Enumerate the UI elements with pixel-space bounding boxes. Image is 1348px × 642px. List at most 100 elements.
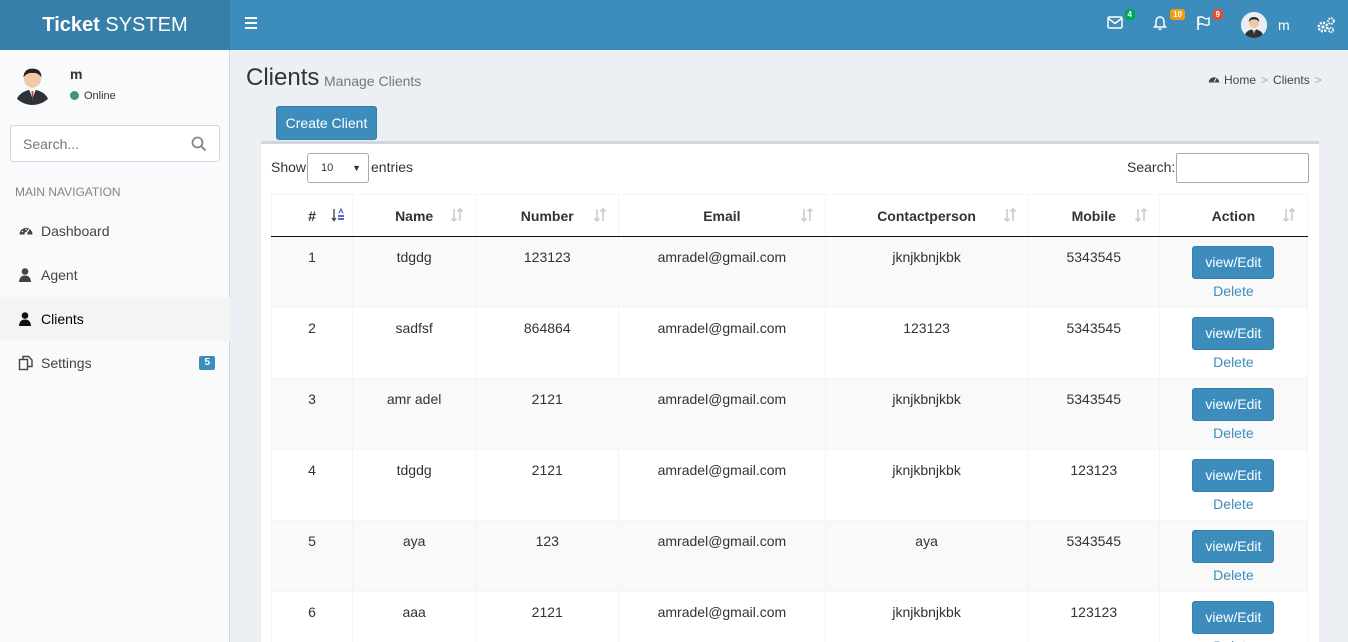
messages-button[interactable]: 4 — [1105, 9, 1135, 38]
delete-link[interactable]: Delete — [1160, 354, 1307, 370]
view-edit-button[interactable]: view/Edit — [1192, 530, 1275, 563]
dashboard-icon — [1208, 77, 1220, 83]
cell-contactperson: aya — [824, 520, 1029, 592]
delete-link[interactable]: Delete — [1160, 638, 1307, 642]
cell-name: aya — [352, 520, 477, 592]
breadcrumb-home-link[interactable]: Home — [1224, 73, 1256, 87]
view-edit-button[interactable]: view/Edit — [1192, 601, 1275, 634]
sidebar: m Online MAIN NAVIGATION Dashboard Agent… — [0, 50, 230, 642]
notifications-badge: 10 — [1170, 9, 1185, 20]
table-row: 2 sadfsf 864864 amradel@gmail.com 123123… — [270, 307, 1309, 379]
cell-email: amradel@gmail.com — [618, 236, 826, 308]
messages-badge: 4 — [1124, 9, 1135, 20]
delete-link[interactable]: Delete — [1160, 425, 1307, 441]
sort-icon — [1282, 207, 1296, 223]
cell-mobile: 5343545 — [1027, 378, 1160, 450]
delete-link[interactable]: Delete — [1160, 496, 1307, 512]
caret-down-icon: ▼ — [352, 163, 361, 173]
column-header-name[interactable]: Name — [352, 194, 477, 237]
table-row: 5 aya 123 amradel@gmail.com aya 5343545 … — [270, 520, 1309, 592]
column-header-id[interactable]: # — [270, 194, 354, 237]
table-row: 4 tdgdg 2121 amradel@gmail.com jknjkbnjk… — [270, 449, 1309, 521]
sidebar-item-label: Settings — [41, 355, 92, 371]
sidebar-item-dashboard[interactable]: Dashboard — [0, 209, 230, 253]
sidebar-item-clients[interactable]: Clients — [0, 297, 230, 341]
column-header-action[interactable]: Action — [1158, 194, 1309, 237]
cell-name: sadfsf — [352, 307, 477, 379]
column-header-mobile[interactable]: Mobile — [1027, 194, 1160, 237]
logo-bold: Ticket — [42, 14, 100, 36]
table-row: 3 amr adel 2121 amradel@gmail.com jknjkb… — [270, 378, 1309, 450]
cell-mobile: 5343545 — [1027, 236, 1160, 308]
table-search-input[interactable] — [1176, 153, 1309, 183]
view-edit-button[interactable]: view/Edit — [1192, 317, 1275, 350]
user-status[interactable]: Online — [70, 90, 116, 102]
table-search-label: Search: — [1127, 159, 1176, 175]
user-icon — [18, 256, 34, 282]
status-text: Online — [84, 90, 116, 102]
sidebar-item-label: Dashboard — [41, 223, 110, 239]
cell-number: 123 — [475, 520, 620, 592]
cell-contactperson: jknjkbnjkbk — [824, 449, 1029, 521]
avatar-image — [1241, 12, 1267, 38]
header-user-name[interactable]: m — [1278, 17, 1290, 33]
dashboard-icon — [18, 212, 34, 235]
sidebar-search-input[interactable] — [11, 126, 181, 161]
header-avatar[interactable] — [1241, 12, 1267, 38]
cell-number: 123123 — [475, 236, 620, 308]
cell-name: amr adel — [352, 378, 477, 450]
view-edit-button[interactable]: view/Edit — [1192, 388, 1275, 421]
main-header: Ticket SYSTEM 4 10 9 m — [0, 0, 1348, 50]
breadcrumb: Home > Clients > — [1208, 73, 1327, 87]
view-edit-button[interactable]: view/Edit — [1192, 246, 1275, 279]
entries-select[interactable]: 10 ▼ — [307, 153, 369, 183]
cell-email: amradel@gmail.com — [618, 449, 826, 521]
cell-contactperson: jknjkbnjkbk — [824, 236, 1029, 308]
cell-id: 1 — [270, 236, 354, 308]
clients-table: # Name Number Email Contactperson Mobile… — [270, 194, 1309, 642]
cell-contactperson: 123123 — [824, 307, 1029, 379]
copy-icon — [18, 344, 34, 371]
cell-id: 6 — [270, 591, 354, 642]
cell-email: amradel@gmail.com — [618, 591, 826, 642]
online-dot-icon — [70, 91, 79, 100]
logo-rest: SYSTEM — [105, 14, 188, 36]
flag-icon — [1197, 16, 1210, 30]
sidebar-item-agent[interactable]: Agent — [0, 253, 230, 297]
cell-name: aaa — [352, 591, 477, 642]
envelope-icon — [1107, 16, 1123, 29]
breadcrumb-current: Clients — [1273, 73, 1310, 87]
logo[interactable]: Ticket SYSTEM — [0, 0, 230, 50]
settings-gears-button[interactable] — [1316, 16, 1336, 34]
cell-email: amradel@gmail.com — [618, 520, 826, 592]
view-edit-button[interactable]: view/Edit — [1192, 459, 1275, 492]
cell-id: 4 — [270, 449, 354, 521]
sort-asc-icon — [331, 207, 345, 222]
cell-email: amradel@gmail.com — [618, 378, 826, 450]
table-row: 1 tdgdg 123123 amradel@gmail.com jknjkbn… — [270, 236, 1309, 308]
sort-icon — [451, 207, 464, 223]
column-header-email[interactable]: Email — [618, 194, 826, 237]
notifications-button[interactable]: 10 — [1150, 9, 1185, 38]
column-header-contactperson[interactable]: Contactperson — [824, 194, 1029, 237]
sidebar-toggle-button[interactable] — [240, 14, 262, 36]
create-client-button[interactable]: Create Client — [276, 106, 377, 140]
delete-link[interactable]: Delete — [1160, 567, 1307, 583]
bell-icon — [1153, 16, 1167, 31]
sidebar-item-settings[interactable]: Settings 5 — [0, 341, 230, 385]
cell-mobile: 5343545 — [1027, 307, 1160, 379]
column-header-number[interactable]: Number — [475, 194, 620, 237]
cell-contactperson: jknjkbnjkbk — [824, 591, 1029, 642]
cell-mobile: 123123 — [1027, 449, 1160, 521]
delete-link[interactable]: Delete — [1160, 283, 1307, 299]
page-title: Clients — [246, 64, 320, 91]
cell-name: tdgdg — [352, 236, 477, 308]
page-subtitle: Manage Clients — [324, 73, 422, 89]
sidebar-search-button[interactable] — [191, 136, 207, 152]
avatar-image — [10, 60, 55, 105]
tasks-button[interactable]: 9 — [1193, 9, 1223, 38]
sidebar-item-label: Agent — [41, 267, 78, 283]
cell-action: view/Edit Delete — [1158, 236, 1309, 308]
sort-icon — [594, 207, 607, 223]
cell-number: 2121 — [475, 378, 620, 450]
